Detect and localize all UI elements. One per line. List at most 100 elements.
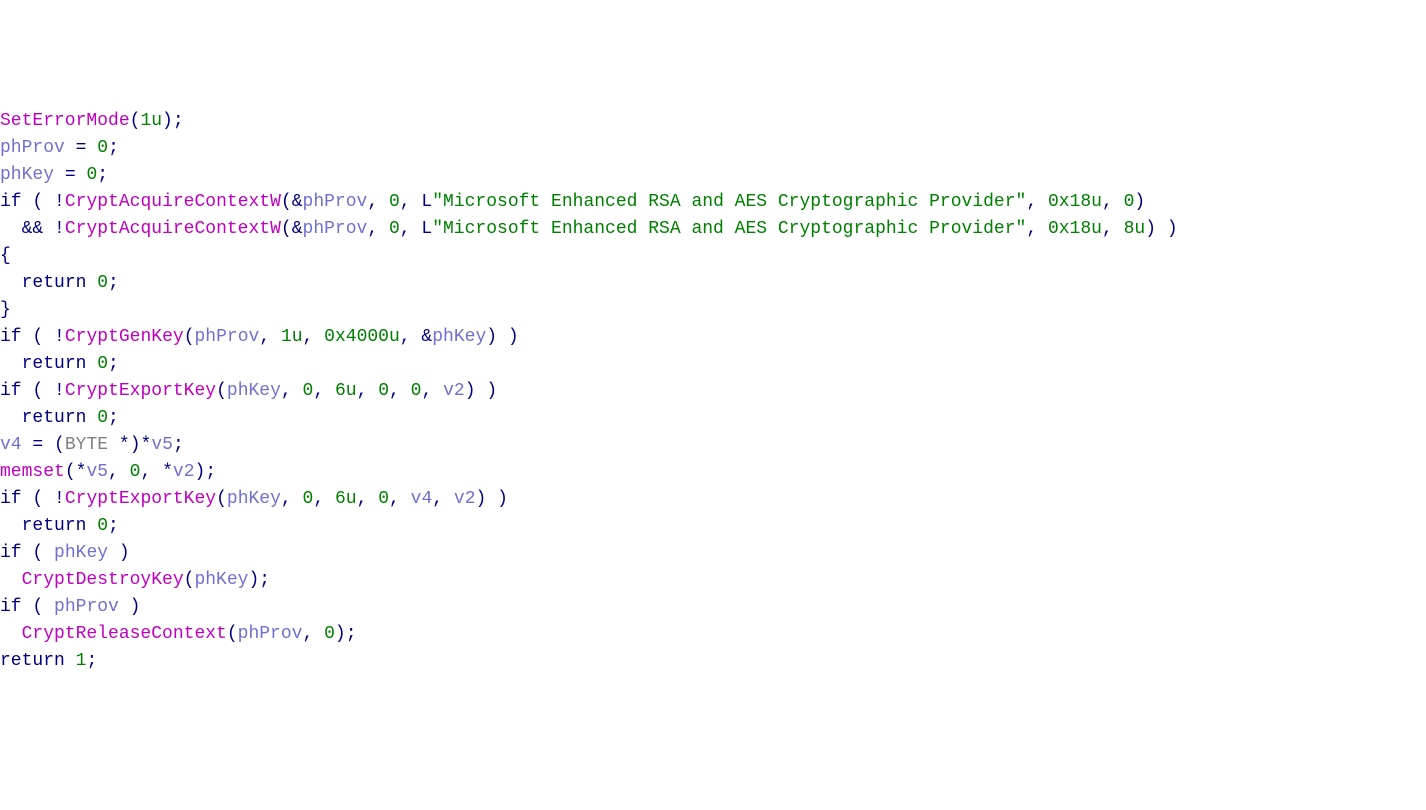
- paren-close: ): [248, 570, 259, 590]
- space: [432, 381, 443, 401]
- kw-return: return: [0, 651, 65, 671]
- paren-close: ): [1134, 192, 1145, 212]
- comma: ,: [313, 381, 324, 401]
- brace-open: {: [0, 246, 11, 266]
- num-0: 0: [86, 165, 97, 185]
- var-v4: v4: [411, 489, 433, 509]
- space: [43, 435, 54, 455]
- kw-L: L: [421, 219, 432, 239]
- space: [65, 138, 76, 158]
- comma: ,: [432, 489, 443, 509]
- space: [22, 327, 33, 347]
- semicolon: ;: [205, 462, 216, 482]
- paren-close: ): [465, 381, 476, 401]
- var-phProv: phProv: [303, 192, 368, 212]
- num-6u: 6u: [335, 381, 357, 401]
- paren-close: ): [508, 327, 519, 347]
- op-not: !: [54, 192, 65, 212]
- num-0: 0: [303, 489, 314, 509]
- space: [43, 192, 54, 212]
- num-0: 0: [97, 516, 108, 536]
- brace-close: }: [0, 300, 11, 320]
- num-0x18u: 0x18u: [1048, 192, 1102, 212]
- comma: ,: [302, 624, 313, 644]
- comma: ,: [421, 381, 432, 401]
- comma: ,: [1026, 219, 1037, 239]
- semicolon: ;: [108, 516, 119, 536]
- comma: ,: [1102, 192, 1113, 212]
- num-0: 0: [97, 408, 108, 428]
- space: [292, 489, 303, 509]
- op-star: *: [119, 435, 130, 455]
- space: [86, 354, 97, 374]
- num-0: 0: [389, 219, 400, 239]
- paren-close: ): [486, 327, 497, 347]
- num-0: 0: [97, 273, 108, 293]
- var-v2: v2: [454, 489, 476, 509]
- comma: ,: [1026, 192, 1037, 212]
- kw-if: if: [0, 192, 22, 212]
- kw-return: return: [22, 354, 87, 374]
- space: [411, 219, 422, 239]
- var-phKey: phKey: [194, 570, 248, 590]
- op-eq: =: [32, 435, 43, 455]
- paren-close: ): [1167, 219, 1178, 239]
- semicolon: ;: [173, 435, 184, 455]
- space: [108, 543, 119, 563]
- op-star: *: [162, 462, 173, 482]
- op-not: !: [54, 489, 65, 509]
- space: [22, 489, 33, 509]
- comma: ,: [140, 462, 151, 482]
- comma: ,: [1102, 219, 1113, 239]
- paren-open: (: [281, 192, 292, 212]
- semicolon: ;: [108, 408, 119, 428]
- fn-CryptGenKey: CryptGenKey: [65, 327, 184, 347]
- comma: ,: [400, 192, 411, 212]
- space: [43, 489, 54, 509]
- space: [65, 651, 76, 671]
- code-block: SetErrorMode(1u); phProv = 0; phKey = 0;…: [0, 108, 1426, 675]
- space: [1037, 192, 1048, 212]
- space: [443, 489, 454, 509]
- op-star: *: [141, 435, 152, 455]
- kw-if: if: [0, 489, 22, 509]
- paren-open: (: [32, 489, 43, 509]
- op-eq: =: [65, 165, 76, 185]
- kw-if: if: [0, 597, 22, 617]
- op-eq: =: [76, 138, 87, 158]
- space: [86, 138, 97, 158]
- comma: ,: [389, 381, 400, 401]
- comma: ,: [303, 327, 314, 347]
- num-0: 0: [97, 354, 108, 374]
- num-0x18u: 0x18u: [1048, 219, 1102, 239]
- var-phProv: phProv: [195, 327, 260, 347]
- type-BYTE: BYTE: [65, 435, 108, 455]
- num-0: 0: [378, 489, 389, 509]
- fn-CryptReleaseContext: CryptReleaseContext: [22, 624, 227, 644]
- var-phProv: phProv: [238, 624, 303, 644]
- num-0: 0: [97, 138, 108, 158]
- space: [411, 192, 422, 212]
- paren-open: (: [32, 327, 43, 347]
- op-not: !: [54, 327, 65, 347]
- fn-CryptExportKey: CryptExportKey: [65, 489, 216, 509]
- num-1u: 1u: [281, 327, 303, 347]
- paren-open: (: [130, 111, 141, 131]
- space: [86, 408, 97, 428]
- space: [22, 597, 33, 617]
- fn-memset: memset: [0, 462, 65, 482]
- num-0x4000u: 0x4000u: [324, 327, 400, 347]
- space: [86, 516, 97, 536]
- space: [119, 462, 130, 482]
- semicolon: ;: [97, 165, 108, 185]
- space: [1156, 219, 1167, 239]
- space: [400, 489, 411, 509]
- space: [411, 327, 422, 347]
- num-6u: 6u: [335, 489, 357, 509]
- paren-open: (: [216, 489, 227, 509]
- space: [476, 381, 487, 401]
- var-phProv: phProv: [0, 138, 65, 158]
- fn-CryptAcquireContextW: CryptAcquireContextW: [65, 192, 281, 212]
- paren-open: (: [281, 219, 292, 239]
- paren-close: ): [497, 489, 508, 509]
